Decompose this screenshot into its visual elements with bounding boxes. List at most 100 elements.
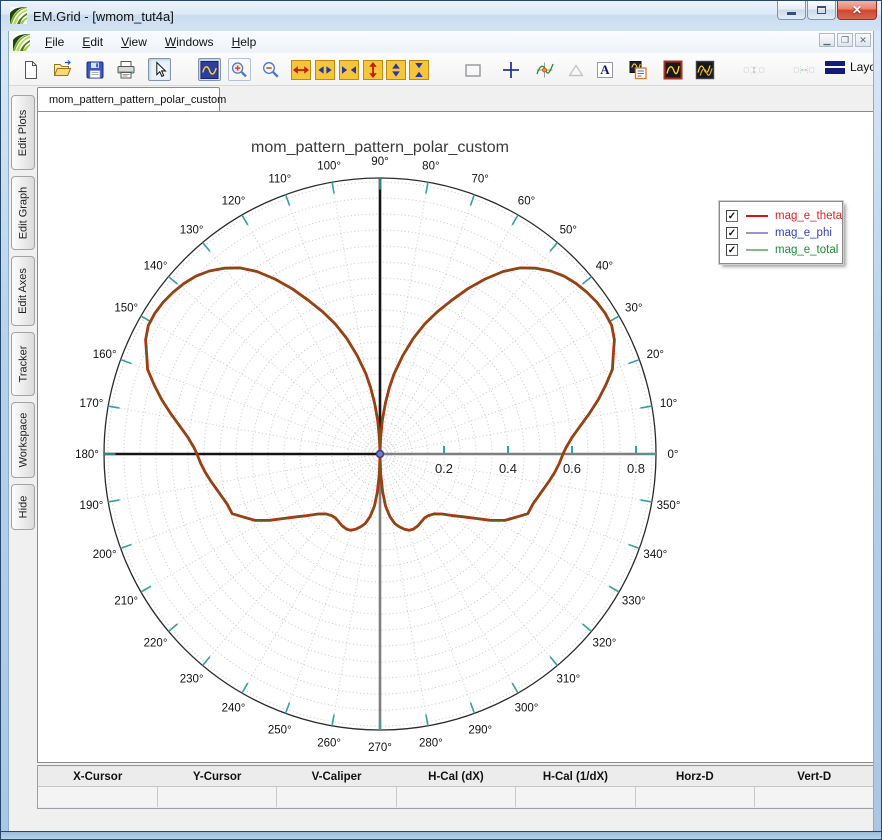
grid-spoke	[380, 454, 591, 631]
menu-help[interactable]: Help	[223, 32, 266, 52]
angle-tick	[512, 215, 518, 225]
angle-label: 270°	[368, 742, 392, 754]
angle-tick	[640, 500, 651, 502]
sidebar-tab-edit-axes[interactable]: Edit Axes	[11, 256, 35, 326]
report-view-icon	[627, 59, 649, 81]
save-button[interactable]	[83, 58, 106, 81]
angle-label: 130°	[180, 225, 204, 237]
sidebar-tab-workspace[interactable]: Workspace	[11, 402, 35, 478]
mdi-system-icon[interactable]	[13, 34, 30, 51]
zoom-in-button[interactable]	[228, 58, 251, 81]
angle-label: 10°	[660, 398, 677, 410]
arrows-in-x-icon	[338, 59, 360, 81]
status-value-cell	[516, 787, 636, 807]
arrows-out-x-button[interactable]	[313, 58, 336, 81]
angle-label: 300°	[515, 703, 539, 715]
legend-line-swatch	[746, 249, 768, 251]
single-graph-button[interactable]	[661, 58, 684, 81]
open-file-icon	[52, 59, 74, 81]
triangle-marker-button	[564, 58, 587, 81]
status-value-cell	[636, 787, 756, 807]
angle-tick	[332, 714, 334, 725]
minimize-icon	[787, 12, 796, 15]
document-tab-bar: mom_pattern_pattern_polar_custom	[37, 86, 875, 111]
close-button[interactable]: ✕	[837, 1, 877, 20]
angle-label: 110°	[268, 174, 291, 186]
angle-label: 210°	[114, 596, 138, 608]
angle-label: 20°	[647, 349, 664, 361]
grid-spoke	[380, 454, 557, 665]
angle-tick	[121, 544, 132, 548]
mdi-minimize-button[interactable]: ▁	[819, 33, 835, 47]
status-header-v-caliper: V-Caliper	[277, 767, 396, 786]
open-file-button[interactable]	[51, 58, 74, 81]
arrows-in-x-button[interactable]	[337, 58, 360, 81]
sidebar-tab-label: Tracker	[17, 346, 29, 383]
angle-tick	[242, 215, 248, 225]
angle-tick	[470, 703, 474, 714]
grid-spoke	[380, 195, 474, 454]
angle-label: 170°	[80, 398, 104, 410]
arrows-in-y-button[interactable]	[407, 58, 430, 81]
angle-label: 230°	[180, 673, 204, 685]
angle-tick	[609, 586, 619, 592]
menu-view[interactable]: View	[112, 32, 156, 52]
status-header-h-cal-1-dx-: H-Cal (1/dX)	[516, 767, 635, 786]
legend-checkbox-mag_e_theta[interactable]: ✓	[726, 210, 738, 222]
menu-windows[interactable]: Windows	[156, 32, 223, 52]
document-tab[interactable]: mom_pattern_pattern_polar_custom	[37, 87, 220, 111]
sidebar-tab-hide[interactable]: Hide	[11, 484, 35, 530]
angle-label: 180°	[75, 449, 99, 461]
sidebar-tab-label: Edit Axes	[17, 268, 29, 314]
application-window: EM.Grid - [wmom_tut4a] ✕ FileEditViewWin…	[0, 0, 882, 840]
expand-x-button[interactable]	[289, 58, 312, 81]
mdi-close-button[interactable]: ✕	[855, 33, 871, 47]
expand-y-button[interactable]	[361, 58, 384, 81]
grid-spoke	[121, 454, 380, 548]
arrows-out-y-button[interactable]	[384, 58, 407, 81]
menu-file[interactable]: File	[36, 32, 73, 52]
draw-rectangle-button[interactable]	[461, 58, 484, 81]
expand-x-icon	[290, 59, 312, 81]
fit-view-button[interactable]	[198, 58, 221, 81]
titlebar: EM.Grid - [wmom_tut4a] ✕	[1, 1, 882, 31]
legend-row-mag_e_theta: ✓mag_e_theta	[726, 207, 836, 224]
new-document-button[interactable]	[19, 58, 42, 81]
report-view-button[interactable]	[626, 58, 649, 81]
legend-checkbox-mag_e_total[interactable]: ✓	[726, 244, 738, 256]
draw-rectangle-icon	[462, 59, 484, 81]
angle-tick	[108, 406, 119, 408]
angle-label: 40°	[596, 261, 613, 273]
maximize-button[interactable]	[807, 1, 836, 20]
sidebar-tab-edit-graph[interactable]: Edit Graph	[11, 176, 35, 250]
expand-y-icon	[362, 59, 384, 81]
sidebar-tab-edit-plots[interactable]: Edit Plots	[11, 95, 35, 170]
multi-graph-icon	[694, 59, 716, 81]
angle-label: 280°	[419, 738, 443, 750]
menu-bar: FileEditViewWindowsHelp ▁ ❐ ✕	[9, 31, 875, 53]
print-button[interactable]	[114, 58, 137, 81]
status-header-horz-d: Horz-D	[635, 767, 754, 786]
tracker-point-button[interactable]	[533, 58, 556, 81]
menu-edit[interactable]: Edit	[73, 32, 112, 52]
crosshair-button[interactable]	[499, 58, 522, 81]
minimize-button[interactable]	[777, 1, 806, 20]
select-cursor-button[interactable]	[148, 58, 171, 81]
layout-icon	[825, 61, 845, 74]
zoom-out-icon	[260, 59, 282, 81]
window-frame-right	[873, 1, 881, 839]
zoom-out-button[interactable]	[259, 58, 282, 81]
sidebar-tab-label: Edit Plots	[17, 109, 29, 155]
angle-tick	[169, 277, 178, 284]
angle-tick	[640, 406, 651, 408]
legend-checkbox-mag_e_phi[interactable]: ✓	[726, 227, 738, 239]
radial-tick-label: 0.4	[499, 461, 517, 476]
legend-label: mag_e_phi	[775, 227, 832, 239]
chart-legend: ✓mag_e_theta✓mag_e_phi✓mag_e_total	[719, 201, 843, 264]
crosshair-icon	[500, 59, 522, 81]
grid-spoke	[380, 277, 591, 454]
multi-graph-button[interactable]	[693, 58, 716, 81]
text-annotation-button[interactable]: A	[593, 58, 616, 81]
mdi-restore-button[interactable]: ❐	[837, 33, 853, 47]
sidebar-tab-tracker[interactable]: Tracker	[11, 332, 35, 396]
